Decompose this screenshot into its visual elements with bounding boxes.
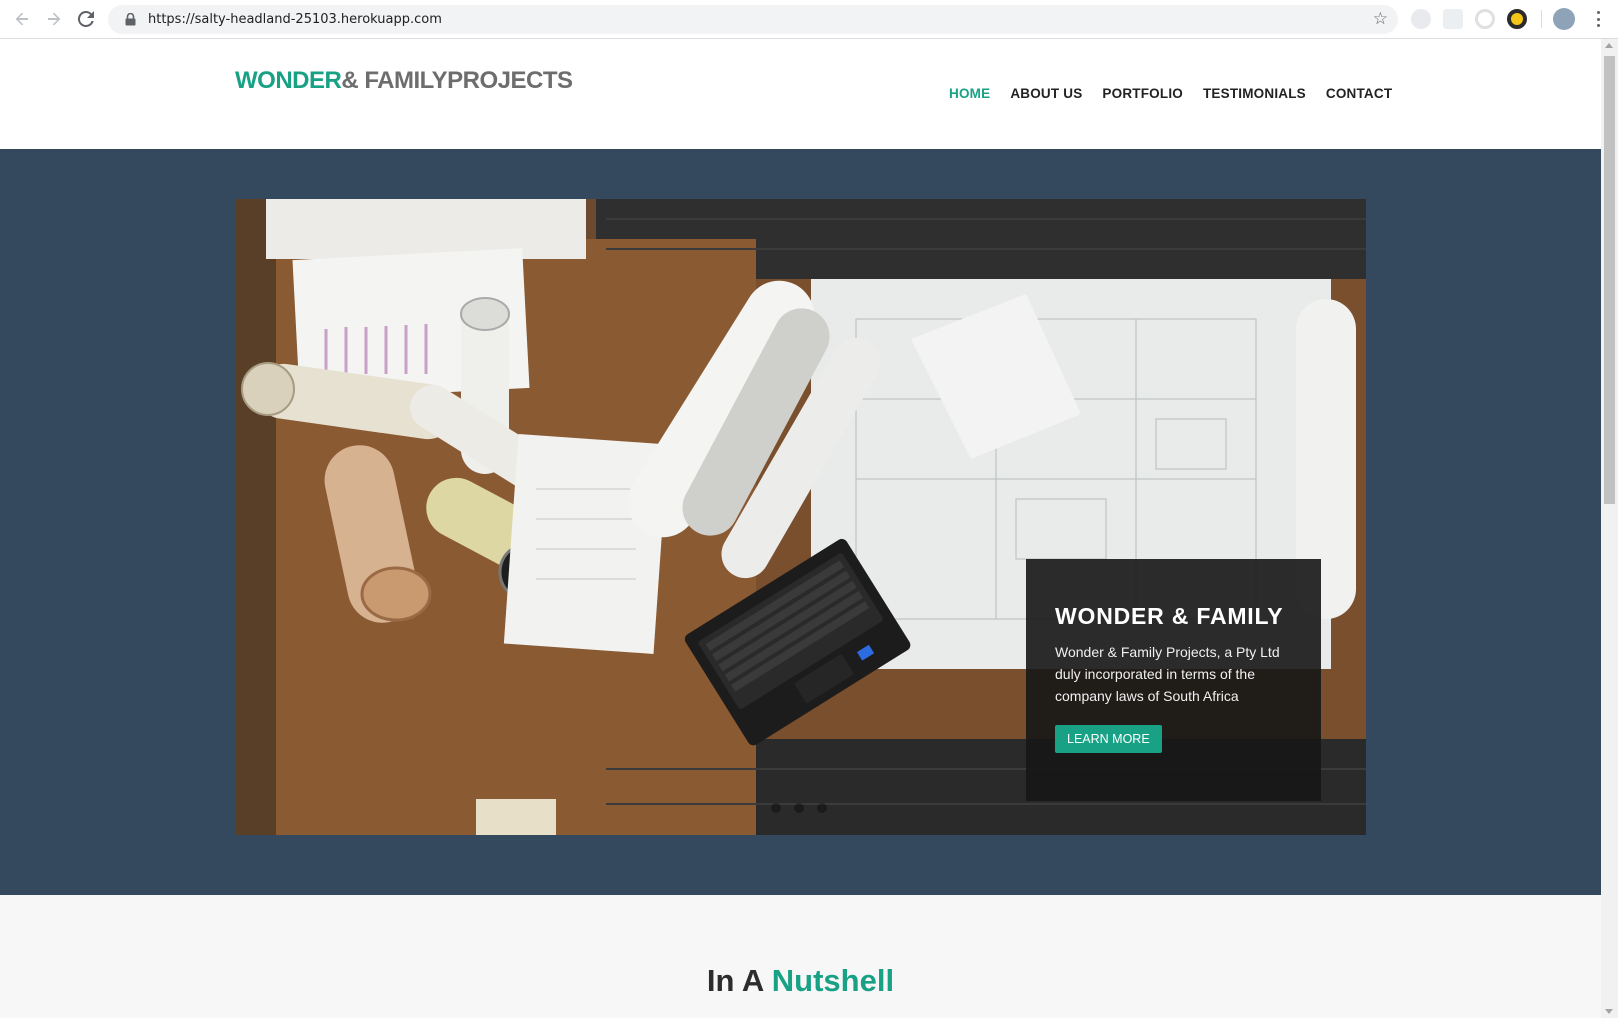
scroll-up-icon[interactable] <box>1605 43 1613 48</box>
section-heading-text: In A <box>706 963 764 998</box>
back-button[interactable] <box>6 3 38 35</box>
extension-icon-4[interactable] <box>1507 9 1527 29</box>
caption-title: WONDER & FAMILY <box>1055 603 1284 629</box>
reload-button[interactable] <box>70 3 102 35</box>
hero-caption: WONDER & FAMILY Wonder & Family Projects… <box>1026 559 1321 801</box>
page-scrollbar[interactable] <box>1601 39 1618 1018</box>
profile-avatar[interactable] <box>1553 8 1575 30</box>
forward-button[interactable] <box>38 3 70 35</box>
scrollbar-thumb[interactable] <box>1604 56 1615 504</box>
url-text: https://salty-headland-25103.herokuapp.c… <box>148 12 442 27</box>
learn-more-button[interactable]: LEARN MORE <box>1055 725 1162 753</box>
arrow-left-icon <box>15 12 28 26</box>
logo-text: & FAMILYPROJECTS <box>341 67 573 94</box>
bookmark-star-icon[interactable]: ☆ <box>1373 9 1388 29</box>
site-logo[interactable]: WONDER& FAMILYPROJECTS <box>235 67 573 95</box>
nav-home[interactable]: HOME <box>949 86 990 101</box>
web-page: WONDER& FAMILYPROJECTS HOME ABOUT US POR… <box>0 39 1601 1018</box>
carousel-indicators <box>771 803 827 813</box>
logo-accent-text: WONDER <box>235 67 342 94</box>
extension-icon-3[interactable] <box>1475 9 1495 29</box>
browser-toolbar: https://salty-headland-25103.herokuapp.c… <box>0 0 1618 39</box>
nav-about-us[interactable]: ABOUT US <box>1010 86 1082 101</box>
browser-menu-icon[interactable] <box>1590 8 1606 30</box>
toolbar-separator <box>1541 10 1542 28</box>
section-heading: In A Nutshell <box>0 963 1601 999</box>
hero-slide-image[interactable]: WONDER & FAMILY Wonder & Family Projects… <box>236 199 1366 835</box>
hero-section: WONDER & FAMILY Wonder & Family Projects… <box>0 149 1601 895</box>
carousel-dot-3[interactable] <box>817 803 827 813</box>
address-bar[interactable]: https://salty-headland-25103.herokuapp.c… <box>108 5 1398 34</box>
extension-icon-2[interactable] <box>1443 9 1463 29</box>
reload-icon <box>78 11 94 27</box>
section-heading-accent: Nutshell <box>771 963 895 998</box>
nav-portfolio[interactable]: PORTFOLIO <box>1102 86 1183 101</box>
nav-testimonials[interactable]: TESTIMONIALS <box>1203 86 1306 101</box>
arrow-right-icon <box>48 12 61 26</box>
main-navigation: HOME ABOUT US PORTFOLIO TESTIMONIALS CON… <box>949 86 1412 101</box>
site-header: WONDER& FAMILYPROJECTS HOME ABOUT US POR… <box>0 39 1601 149</box>
nav-contact[interactable]: CONTACT <box>1326 86 1392 101</box>
carousel-dot-2[interactable] <box>794 803 804 813</box>
scroll-down-icon[interactable] <box>1605 1009 1613 1014</box>
extension-icon-1[interactable] <box>1411 9 1431 29</box>
caption-description: Wonder & Family Projects, a Pty Ltd duly… <box>1055 644 1280 704</box>
carousel-dot-1[interactable] <box>771 803 781 813</box>
lock-icon <box>122 12 138 28</box>
